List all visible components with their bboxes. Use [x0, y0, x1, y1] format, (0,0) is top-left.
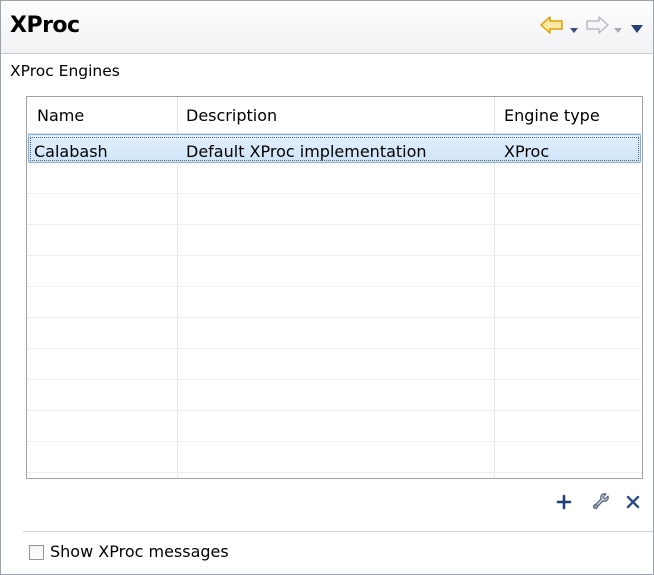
column-header-name[interactable]: Name — [37, 106, 84, 125]
grid-line — [27, 193, 642, 194]
cell-description[interactable]: Default XProc implementation — [186, 142, 427, 161]
grid-line — [494, 133, 495, 478]
grid-line — [177, 133, 178, 478]
plus-icon[interactable] — [556, 494, 572, 514]
column-divider[interactable] — [494, 97, 495, 133]
back-arrow-icon[interactable] — [539, 15, 565, 39]
show-messages-checkbox[interactable] — [29, 545, 44, 560]
page-title: XProc — [10, 13, 80, 38]
grid-line — [27, 472, 642, 473]
grid-line — [27, 224, 642, 225]
grid-line — [27, 410, 642, 411]
grid-line — [27, 379, 642, 380]
forward-arrow-icon[interactable] — [584, 15, 610, 39]
view-menu-icon[interactable] — [631, 19, 643, 38]
preferences-page: XProc XProc Engines Name Description Eng… — [0, 0, 654, 575]
delete-x-icon[interactable] — [625, 494, 641, 514]
cell-name[interactable]: Calabash — [34, 142, 108, 161]
engines-table[interactable]: Name Description Engine type Calabash De… — [26, 96, 643, 479]
history-navigation — [539, 15, 643, 39]
table-actions — [551, 491, 651, 515]
grid-line — [27, 348, 642, 349]
divider — [23, 531, 653, 532]
back-dropdown-chevron-icon[interactable] — [569, 20, 579, 39]
show-messages-label[interactable]: Show XProc messages — [50, 542, 229, 561]
cell-engine-type[interactable]: XProc — [504, 142, 549, 161]
page-header: XProc — [1, 1, 653, 54]
grid-line — [27, 286, 642, 287]
column-header-description[interactable]: Description — [186, 106, 277, 125]
wrench-icon[interactable] — [589, 491, 611, 517]
forward-dropdown-chevron-icon — [613, 20, 623, 39]
table-header: Name Description Engine type — [27, 97, 642, 134]
column-header-engine-type[interactable]: Engine type — [504, 106, 600, 125]
grid-line — [27, 317, 642, 318]
grid-line — [27, 255, 642, 256]
section-label: XProc Engines — [10, 62, 120, 80]
column-divider[interactable] — [177, 97, 178, 133]
grid-line — [27, 441, 642, 442]
